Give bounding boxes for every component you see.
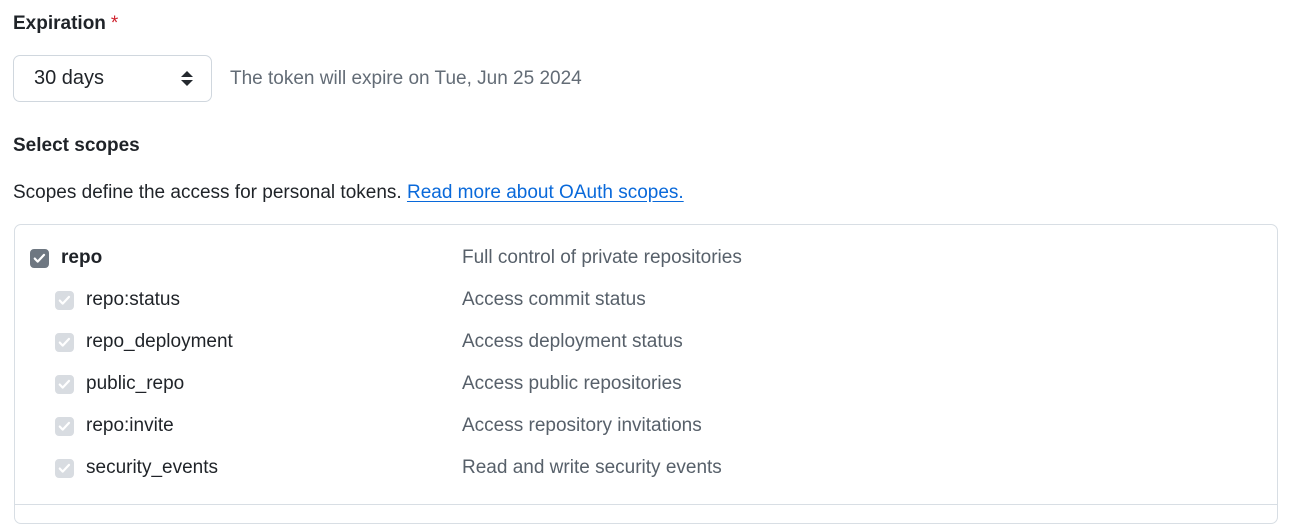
scope-row-repo-invite: repo:invite Access repository invitation… <box>15 405 1277 447</box>
select-scopes-heading: Select scopes <box>13 135 140 156</box>
token-scopes-form: Expiration * 30 days The token will expir… <box>0 0 1292 524</box>
expiration-label-text: Expiration <box>13 13 106 34</box>
checkbox-checked-disabled-icon <box>55 458 74 478</box>
scope-name: repo <box>61 247 103 268</box>
scope-description: Read and write security events <box>462 457 722 478</box>
scope-row-repo-status: repo:status Access commit status <box>15 279 1277 321</box>
expiration-row: 30 days The token will expire on Tue, Ju… <box>13 55 582 102</box>
chevron-updown-icon <box>181 69 193 89</box>
scopes-description-text: Scopes define the access for personal to… <box>13 182 402 203</box>
scope-row-public-repo: public_repo Access public repositories <box>15 363 1277 405</box>
scope-description: Access commit status <box>462 289 646 310</box>
scope-name: repo:invite <box>86 415 174 436</box>
scope-row-repo-deployment: repo_deployment Access deployment status <box>15 321 1277 363</box>
expiration-label: Expiration * <box>13 12 118 36</box>
scope-name: repo:status <box>86 289 180 310</box>
expiration-select-value: 30 days <box>34 67 105 89</box>
scope-description: Access deployment status <box>462 331 683 352</box>
scope-name: security_events <box>86 457 219 478</box>
expiration-note: The token will expire on Tue, Jun 25 202… <box>230 67 582 89</box>
required-asterisk: * <box>110 13 119 34</box>
checkbox-checked-disabled-icon <box>55 416 74 436</box>
scope-name: public_repo <box>86 373 185 394</box>
scope-description: Access public repositories <box>462 373 682 394</box>
scopes-description: Scopes define the access for personal to… <box>13 180 684 205</box>
checkbox-checked-disabled-icon <box>55 332 74 352</box>
checkbox-checked-disabled-icon <box>55 290 74 310</box>
scope-section-divider <box>15 504 1277 505</box>
expiration-select[interactable]: 30 days <box>13 55 212 102</box>
scope-name: repo_deployment <box>86 331 233 352</box>
scope-row-security-events: security_events Read and write security … <box>15 447 1277 489</box>
scope-description: Access repository invitations <box>462 415 702 436</box>
oauth-scopes-link[interactable]: Read more about OAuth scopes. <box>407 182 684 203</box>
scope-row-repo[interactable]: repo Full control of private repositorie… <box>15 237 1277 279</box>
checkbox-checked-disabled-icon <box>55 374 74 394</box>
checkbox-checked-icon[interactable] <box>30 248 49 268</box>
scope-list-box: repo Full control of private repositorie… <box>14 224 1278 524</box>
scope-description: Full control of private repositories <box>462 247 742 268</box>
